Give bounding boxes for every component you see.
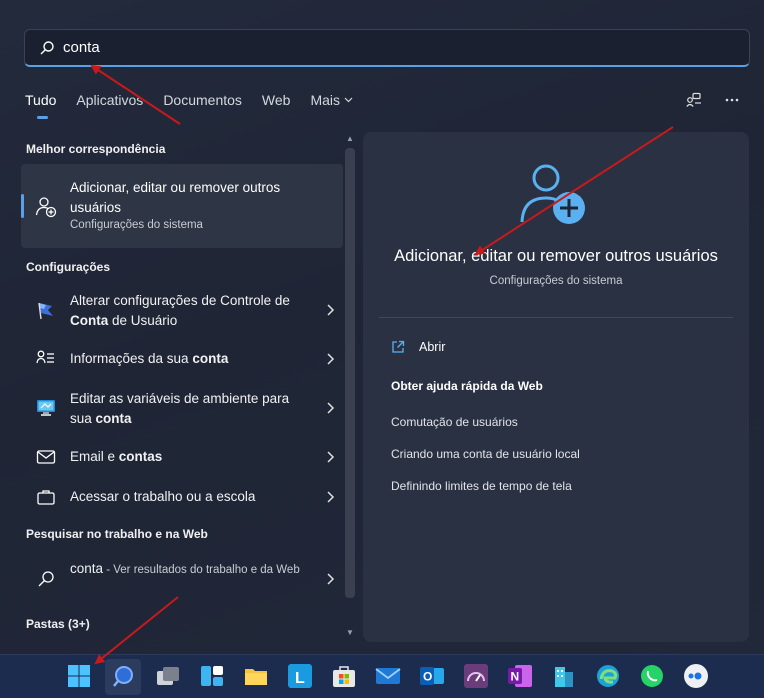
tab-aplicativos[interactable]: Aplicativos [76,92,143,108]
web-search-label: conta - Ver resultados do trabalho e da … [70,561,300,576]
search-icon [40,40,54,55]
person-list-icon [36,350,54,364]
svg-text:L: L [295,670,305,687]
tab-mais[interactable]: Mais [310,92,353,108]
more-options-icon[interactable] [724,92,740,108]
chevron-right-icon [327,573,335,585]
file-explorer-icon[interactable] [243,663,269,689]
settings-item-label: Editar as variáveis de ambiente para sua… [70,391,290,426]
chevron-right-icon [327,451,335,463]
search-input[interactable] [63,39,663,56]
building-icon[interactable] [551,663,577,689]
settings-item-email[interactable]: Email e contas [21,437,343,477]
taskbar: L O N [0,654,764,698]
best-match-subtitle: Configurações do sistema [70,219,203,231]
section-settings: Configurações [26,260,111,274]
filter-tabs: Tudo Aplicativos Documentos Web Mais [25,92,373,119]
preview-subtitle: Configurações do sistema [489,275,623,287]
svg-text:O: O [423,670,432,684]
tab-documentos[interactable]: Documentos [163,92,242,108]
best-match-title: Adicionar, editar ou remover outros usuá… [70,180,281,215]
settings-item-env-vars[interactable]: Editar as variáveis de ambiente para sua… [21,388,343,430]
monitor-settings-icon [37,400,55,416]
scroll-down-icon[interactable]: ▼ [345,628,355,638]
widgets-icon[interactable] [199,663,225,689]
section-work-web: Pesquisar no trabalho e na Web [26,527,208,541]
store-icon[interactable] [331,663,357,689]
search-icon [38,571,54,587]
chevron-right-icon [327,304,335,316]
search-icon [113,666,133,687]
tab-tudo[interactable]: Tudo [25,92,56,119]
add-user-icon [35,197,57,218]
settings-item-label: Alterar configurações de Controle de Con… [70,293,290,328]
preview-divider [379,317,733,318]
settings-item-label: Informações da sua conta [70,351,229,366]
web-search-item[interactable]: conta - Ver resultados do trabalho e da … [21,557,343,601]
scroll-up-icon[interactable]: ▲ [345,134,355,144]
selection-indicator [21,194,24,218]
help-title: Obter ajuda rápida da Web [391,379,543,393]
results-scrollbar[interactable]: ▲ ▼ [343,132,357,642]
preview-pane: Adicionar, editar ou remover outros usuá… [363,132,749,642]
scrollbar-thumb[interactable] [345,148,355,598]
settings-item-account-info[interactable]: Informações da sua conta [21,339,343,379]
chevron-right-icon [327,491,335,503]
top-right-actions [686,92,740,108]
search-taskbar-button[interactable] [105,659,141,695]
settings-item-work-school[interactable]: Acessar o trabalho ou a escola [21,477,343,517]
results-list: Melhor correspondência Adicionar, editar… [0,132,356,654]
briefcase-icon [37,490,55,505]
chevron-right-icon [327,353,335,365]
start-search-panel: Tudo Aplicativos Documentos Web Mais Mel… [0,0,764,654]
search-box[interactable] [24,29,750,67]
lync-icon[interactable]: L [287,663,313,689]
help-link-screen-time[interactable]: Definindo limites de tempo de tela [391,479,572,493]
open-external-icon [392,340,405,353]
task-view-icon[interactable] [155,663,181,689]
settings-item-label: Email e contas [70,449,163,464]
edge-icon[interactable] [595,663,621,689]
help-link-switch-users[interactable]: Comutação de usuários [391,415,518,429]
svg-text:N: N [511,670,520,684]
chevron-right-icon [327,402,335,414]
chevron-down-icon [344,97,353,103]
whatsapp-icon[interactable] [639,663,665,689]
section-folders: Pastas (3+) [26,617,90,631]
meet-icon[interactable] [683,663,709,689]
open-button[interactable]: Abrir [391,340,445,354]
preview-title: Adicionar, editar ou remover outros usuá… [394,247,718,265]
uac-flag-icon [38,302,53,320]
add-user-large-icon [520,164,585,224]
settings-item-label: Acessar o trabalho ou a escola [70,489,256,504]
speed-icon[interactable] [463,663,489,689]
best-match-item[interactable]: Adicionar, editar ou remover outros usuá… [21,164,343,248]
settings-item-uac[interactable]: Alterar configurações de Controle de Con… [21,290,343,332]
tab-web[interactable]: Web [262,92,291,108]
section-best-match: Melhor correspondência [26,142,166,156]
mail-icon [36,450,56,464]
outlook-icon[interactable]: O [419,663,445,689]
help-link-local-account[interactable]: Criando uma conta de usuário local [391,447,580,461]
onenote-icon[interactable]: N [507,663,533,689]
start-icon[interactable] [66,663,92,689]
org-chart-icon[interactable] [686,92,702,108]
mail-icon[interactable] [375,663,401,689]
